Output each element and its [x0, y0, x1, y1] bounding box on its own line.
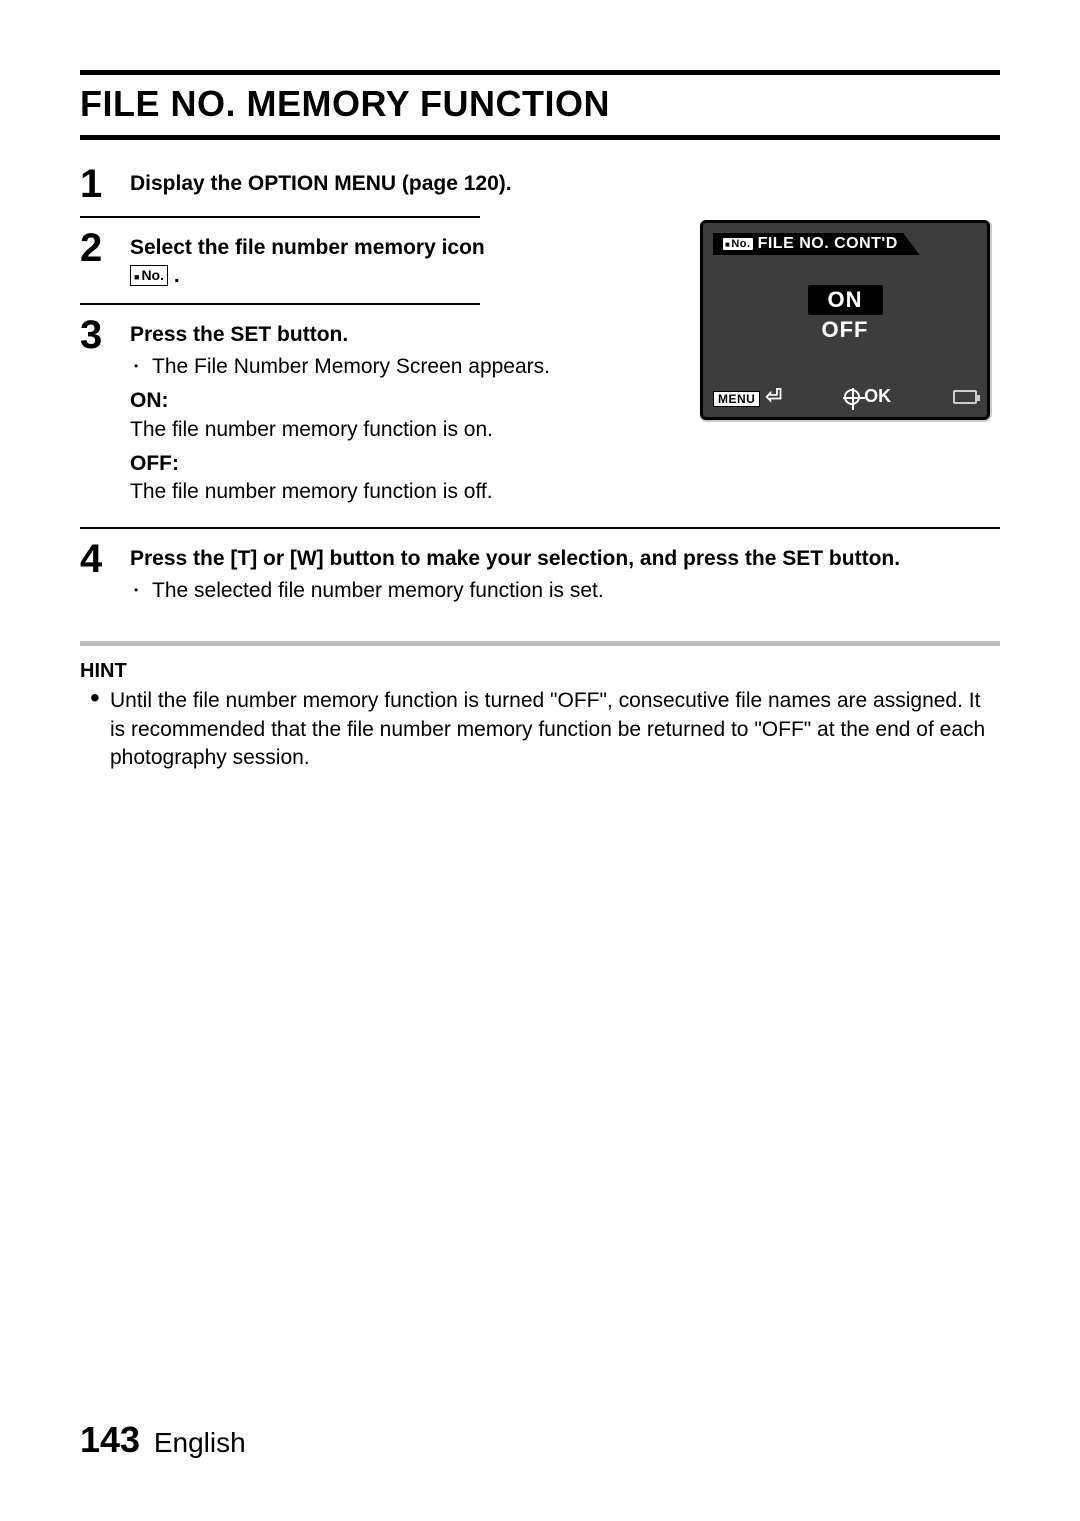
nav-pad-icon — [844, 389, 860, 405]
screen-options: ON OFF — [703, 285, 987, 344]
step-number: 1 — [80, 164, 110, 204]
page-title: FILE NO. MEMORY FUNCTION — [80, 83, 1000, 125]
step-2: 2 Select the file number memory icon No.… — [80, 218, 684, 303]
menu-back-indicator: MENU ⏎ — [713, 384, 782, 409]
battery-icon — [953, 390, 977, 404]
camera-screen: No. FILE NO. CONT'D ON OFF MENU ⏎ — [700, 220, 990, 420]
steps-left-column: 2 Select the file number memory icon No.… — [80, 218, 684, 519]
file-no-icon: No. — [130, 265, 168, 286]
step-lead: Press the SET button. — [130, 321, 684, 349]
step-number: 2 — [80, 228, 110, 268]
option-on-selected: ON — [808, 285, 883, 315]
option-off-text: The file number memory function is off. — [130, 478, 684, 506]
step-bullet: The File Number Memory Screen appears. — [130, 353, 684, 381]
option-on-text: The file number memory function is on. — [130, 416, 684, 444]
hint-divider — [80, 641, 1000, 646]
rule-top — [80, 70, 1000, 75]
ok-label: OK — [864, 386, 891, 407]
step-body: Press the [T] or [W] button to make your… — [130, 539, 1000, 606]
manual-page: FILE NO. MEMORY FUNCTION 1 Display the O… — [0, 0, 1080, 1521]
step-lead: Display the OPTION MENU (page 120). — [130, 172, 512, 195]
step-4: 4 Press the [T] or [W] button to make yo… — [80, 529, 1000, 618]
rule-under-title — [80, 135, 1000, 140]
step-body: Select the file number memory icon No. . — [130, 228, 684, 291]
option-on-label: ON: — [130, 387, 684, 415]
page-language: English — [154, 1427, 246, 1458]
screen-bottom-bar: MENU ⏎ OK — [713, 384, 977, 409]
step-number: 4 — [80, 539, 110, 579]
page-number: 143 — [80, 1419, 140, 1460]
menu-chip: MENU — [713, 391, 760, 407]
option-off: OFF — [822, 317, 869, 342]
hint-text: Until the file number memory function is… — [80, 687, 1000, 772]
hint-title: HINT — [80, 660, 1000, 683]
step-body: Display the OPTION MENU (page 120). — [130, 164, 1000, 198]
step-bullet: The selected file number memory function… — [130, 577, 1000, 605]
step-number: 3 — [80, 315, 110, 355]
option-off-label: OFF: — [130, 450, 684, 478]
return-arrow-icon: ⏎ — [765, 386, 782, 408]
step-3: 3 Press the SET button. The File Number … — [80, 305, 684, 519]
screen-tab-label: FILE NO. CONT'D — [758, 235, 898, 253]
file-no-icon: No. — [723, 238, 753, 250]
steps-with-screen: 2 Select the file number memory icon No.… — [80, 218, 1000, 519]
step-lead-suffix: . — [174, 264, 180, 287]
page-footer: 143 English — [80, 1419, 246, 1461]
steps-list: 1 Display the OPTION MENU (page 120). 2 … — [80, 154, 1000, 617]
step-lead: Select the file number memory icon — [130, 236, 485, 259]
step-body: Press the SET button. The File Number Me… — [130, 315, 684, 507]
camera-screen-illustration: No. FILE NO. CONT'D ON OFF MENU ⏎ — [700, 218, 1000, 420]
step-lead: Press the [T] or [W] button to make your… — [130, 545, 1000, 573]
screen-tab: No. FILE NO. CONT'D — [713, 233, 920, 255]
step-1: 1 Display the OPTION MENU (page 120). — [80, 154, 1000, 216]
ok-indicator: OK — [844, 386, 891, 407]
